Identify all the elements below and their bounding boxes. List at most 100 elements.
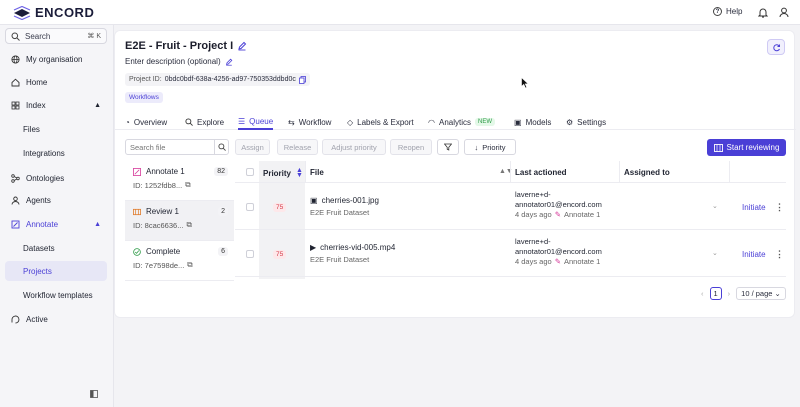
file-dataset: E2E Fruit Dataset — [310, 255, 370, 264]
start-reviewing-button[interactable]: Start reviewing — [707, 139, 786, 156]
priority-sort-button[interactable]: ↓ Priority — [464, 139, 516, 155]
row-checkbox[interactable] — [246, 250, 254, 258]
mouse-cursor-icon — [521, 77, 529, 89]
more-options-icon[interactable]: ⋮ — [775, 202, 784, 213]
actioned-user: laverne+d- — [515, 190, 551, 199]
table-row[interactable]: 75 ▣ cherries-001.jpg E2E Fruit Dataset … — [235, 183, 786, 230]
project-description[interactable]: Enter description (optional) — [125, 57, 233, 66]
chevron-down-icon[interactable]: ⌄ — [712, 249, 718, 257]
adjust-priority-button[interactable]: Adjust priority — [322, 139, 386, 155]
sidebar-item-label: Workflow templates — [23, 290, 93, 300]
collapse-sidebar-icon[interactable] — [90, 390, 98, 398]
sidebar-search[interactable]: Search ⌘ K — [5, 28, 107, 44]
actioned-stage: Annotate 1 — [564, 210, 601, 219]
column-divider — [510, 161, 511, 183]
bell-icon[interactable] — [758, 7, 768, 18]
sidebar-item-active[interactable]: Active — [5, 309, 107, 329]
file-header: File — [310, 168, 324, 177]
search-icon — [185, 118, 193, 126]
arrow-down-icon: ↓ — [474, 142, 479, 152]
priority-badge: 75 — [273, 250, 287, 259]
tab-label: Analytics — [438, 117, 471, 127]
priority-sort-label: Priority — [482, 142, 506, 152]
sidebar-item-integrations[interactable]: Integrations — [5, 143, 107, 163]
sidebar-item-index[interactable]: Index ▲ — [5, 95, 107, 115]
sidebar-item-projects[interactable]: Projects — [5, 261, 107, 281]
tab-explore[interactable]: Explore — [185, 114, 224, 130]
release-button[interactable]: Release — [277, 139, 318, 155]
more-options-icon[interactable]: ⋮ — [775, 249, 784, 260]
help-button[interactable]: ? Help — [713, 7, 742, 16]
tab-overview[interactable]: ◔ Overview — [125, 114, 167, 130]
column-divider — [729, 161, 730, 183]
priority-header[interactable]: Priority ▲ ▼ — [263, 167, 303, 179]
next-page-icon[interactable]: › — [728, 289, 731, 298]
filter-button[interactable] — [437, 139, 459, 155]
page-size-select[interactable]: 10 / page ⌄ — [736, 287, 786, 300]
edit-icon[interactable] — [225, 58, 233, 66]
initiate-link[interactable]: Initiate — [742, 250, 766, 259]
gear-icon: ⚙ — [566, 117, 574, 127]
sidebar-item-my-organisation[interactable]: My organisation — [5, 49, 107, 69]
encord-logo[interactable]: ENCORD — [12, 5, 94, 20]
description-placeholder: Enter description (optional) — [125, 57, 221, 66]
stage-review-1[interactable]: Review 1 ID: 8cac6636... ⧉ 2 — [125, 201, 234, 241]
prev-page-icon[interactable]: ‹ — [701, 289, 704, 298]
search-icon[interactable] — [214, 140, 228, 154]
sidebar-item-home[interactable]: Home — [5, 72, 107, 92]
reopen-button[interactable]: Reopen — [390, 139, 432, 155]
sidebar-item-files[interactable]: Files — [5, 119, 107, 139]
sort-icon: ▲ ▼ — [296, 167, 303, 179]
tab-label: Explore — [197, 117, 225, 127]
copy-icon[interactable]: ⧉ — [185, 180, 190, 190]
tab-workflow[interactable]: ⇆ Workflow — [288, 114, 331, 130]
file-name[interactable]: ▶ cherries-vid-005.mp4 — [310, 243, 395, 252]
tab-analytics[interactable]: ◠ Analytics NEW — [428, 114, 495, 130]
tab-labels-export[interactable]: ◇ Labels & Export — [347, 114, 414, 130]
stage-complete[interactable]: Complete ID: 7e7598de... ⧉ 6 — [125, 241, 234, 281]
file-name-text: cherries-001.jpg — [321, 196, 379, 205]
sidebar-item-workflow-templates[interactable]: Workflow templates — [5, 285, 107, 305]
edit-icon[interactable] — [237, 41, 247, 51]
index-icon — [11, 101, 20, 109]
copy-icon[interactable]: ⧉ — [187, 260, 192, 270]
assign-button[interactable]: Assign — [235, 139, 270, 155]
actioned-stage: Annotate 1 — [564, 257, 601, 266]
image-icon: ▣ — [310, 196, 318, 205]
file-name[interactable]: ▣ cherries-001.jpg — [310, 196, 379, 205]
sidebar-item-ontologies[interactable]: Ontologies — [5, 168, 107, 188]
column-label: Priority — [263, 168, 292, 178]
file-name-text: cherries-vid-005.mp4 — [320, 243, 396, 252]
tab-models[interactable]: ▣ Models — [514, 114, 551, 130]
copy-icon[interactable] — [298, 75, 306, 84]
stage-name: Complete — [146, 247, 181, 256]
tab-settings[interactable]: ⚙ Settings — [566, 114, 606, 130]
user-icon[interactable] — [779, 7, 789, 18]
select-all-checkbox[interactable] — [246, 168, 254, 176]
workflows-badge: Workflows — [125, 92, 163, 103]
table-row[interactable]: 75 ▶ cherries-vid-005.mp4 E2E Fruit Data… — [235, 230, 786, 277]
sidebar-item-label: Active — [26, 314, 48, 324]
column-divider — [619, 161, 620, 183]
last-actioned-cell: laverne+d- annotator01@encord.com 4 days… — [515, 190, 602, 220]
sidebar-item-agents[interactable]: Agents — [5, 190, 107, 210]
actioned-user-email: annotator01@encord.com — [515, 247, 602, 256]
sidebar-item-label: Projects — [23, 266, 52, 276]
refresh-button[interactable] — [767, 39, 785, 55]
search-file-input[interactable] — [126, 140, 214, 154]
copy-icon[interactable]: ⧉ — [186, 220, 191, 230]
chevron-down-icon[interactable]: ⌄ — [712, 202, 718, 210]
agent-icon — [11, 196, 20, 205]
overview-icon: ◔ — [125, 117, 130, 127]
sidebar-item-annotate[interactable]: Annotate ▲ — [5, 214, 107, 234]
brand-name: ENCORD — [35, 5, 95, 20]
sidebar-item-datasets[interactable]: Datasets — [5, 238, 107, 258]
current-page[interactable]: 1 — [709, 287, 722, 300]
initiate-link[interactable]: Initiate — [742, 203, 766, 212]
tab-queue[interactable]: ☰ Queue — [238, 114, 274, 130]
row-checkbox[interactable] — [246, 203, 254, 211]
stage-annotate-1[interactable]: Annotate 1 ID: 1252fdb8... ⧉ 82 — [125, 161, 234, 201]
start-reviewing-label: Start reviewing — [726, 143, 780, 152]
search-shortcut: ⌘ K — [87, 33, 101, 40]
top-bar: ENCORD ? Help — [0, 0, 800, 25]
